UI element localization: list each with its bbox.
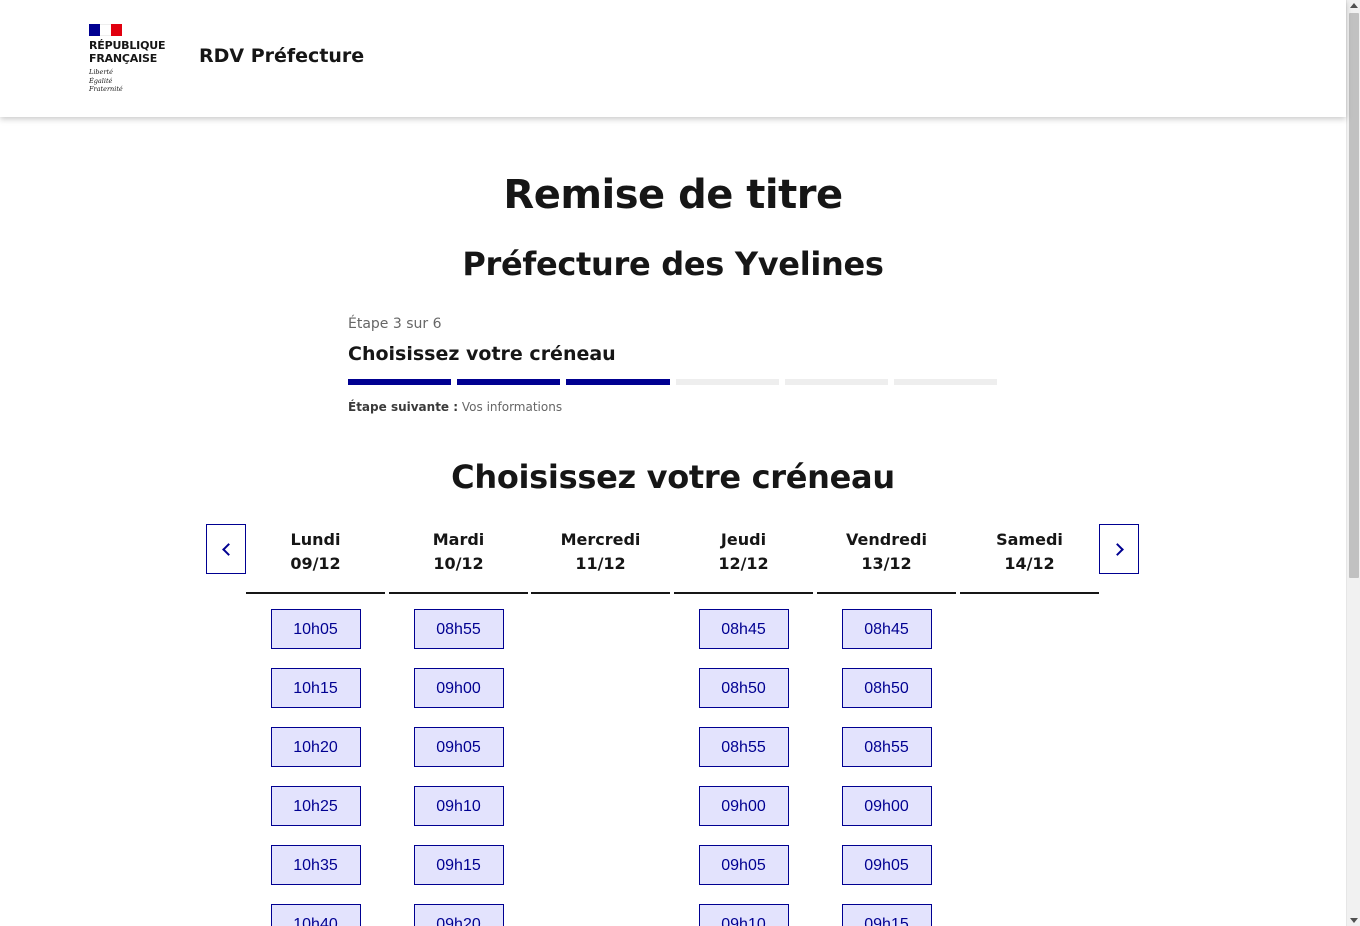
stepper-bar bbox=[348, 379, 452, 385]
time-slot-button[interactable]: 10h15 bbox=[270, 668, 361, 708]
slot-list: 08h55 09h00 09h05 09h10 09h15 09h20 bbox=[389, 594, 528, 926]
time-slot-button[interactable]: 09h00 bbox=[698, 786, 789, 826]
time-slot-button[interactable]: 10h35 bbox=[270, 845, 361, 885]
day-date: 11/12 bbox=[575, 554, 626, 573]
day-name: Vendredi bbox=[846, 530, 927, 549]
page-scrollbar[interactable] bbox=[1346, 0, 1360, 926]
day-header: Samedi 14/12 bbox=[960, 524, 1099, 594]
time-slot-button[interactable]: 08h55 bbox=[698, 727, 789, 767]
chevron-left-icon bbox=[221, 542, 235, 556]
day-column: Mercredi 11/12 bbox=[531, 524, 670, 609]
scroll-up-arrow-icon[interactable] bbox=[1350, 3, 1358, 8]
day-column: Samedi 14/12 bbox=[960, 524, 1099, 609]
day-header: Mercredi 11/12 bbox=[531, 524, 670, 594]
stepper: Étape 3 sur 6 Choisissez votre créneau É… bbox=[348, 316, 998, 414]
day-date: 09/12 bbox=[290, 554, 341, 573]
scrollbar-thumb[interactable] bbox=[1349, 13, 1359, 578]
stepper-bar bbox=[675, 379, 779, 385]
time-slot-button[interactable]: 09h10 bbox=[698, 904, 789, 926]
time-slot-button[interactable]: 08h45 bbox=[698, 609, 789, 649]
next-days-button[interactable] bbox=[1099, 524, 1139, 574]
day-name: Samedi bbox=[996, 530, 1063, 549]
slot-list bbox=[531, 594, 670, 609]
time-slot-button[interactable]: 09h15 bbox=[841, 904, 932, 926]
day-column: Lundi 09/12 10h05 10h15 10h20 10h25 10h35 10h40 bbox=[246, 524, 385, 926]
page-subtitle: Préfecture des Yvelines bbox=[462, 245, 884, 283]
french-flag-icon bbox=[89, 24, 122, 36]
page-title: Remise de titre bbox=[503, 172, 843, 218]
time-slot-button[interactable]: 08h50 bbox=[698, 668, 789, 708]
stepper-progress-bars bbox=[348, 379, 998, 385]
stepper-bar bbox=[893, 379, 998, 385]
time-slot-button[interactable]: 09h05 bbox=[841, 845, 932, 885]
stepper-next-label: Étape suivante : bbox=[348, 400, 459, 414]
day-date: 12/12 bbox=[718, 554, 769, 573]
time-slot-button[interactable]: 09h05 bbox=[698, 845, 789, 885]
day-name: Mardi bbox=[432, 530, 485, 549]
day-header: Vendredi 13/12 bbox=[817, 524, 956, 594]
time-slot-button[interactable]: 09h05 bbox=[413, 727, 504, 767]
stepper-next-value: Vos informations bbox=[461, 400, 563, 414]
day-column: Vendredi 13/12 08h45 08h50 08h55 09h00 09h05 09… bbox=[817, 524, 956, 926]
day-header: Mardi 10/12 bbox=[389, 524, 528, 594]
slot-list: 08h45 08h50 08h55 09h00 09h05 09h10 bbox=[674, 594, 813, 926]
day-header: Jeudi 12/12 bbox=[674, 524, 813, 594]
stepper-bar bbox=[566, 379, 670, 385]
stepper-state: Étape 3 sur 6 bbox=[348, 316, 442, 332]
day-name: Mercredi bbox=[560, 530, 641, 549]
day-header: Lundi 09/12 bbox=[246, 524, 385, 594]
site-header: RÉPUBLIQUE FRANÇAISE Liberté Égalité Fra… bbox=[0, 0, 1346, 117]
day-column: Jeudi 12/12 08h45 08h50 08h55 09h00 09h05 09h10 bbox=[674, 524, 813, 926]
scroll-down-arrow-icon[interactable] bbox=[1350, 918, 1358, 923]
slot-list: 08h45 08h50 08h55 09h00 09h05 09h15 bbox=[817, 594, 956, 926]
time-slot-button[interactable]: 10h20 bbox=[270, 727, 361, 767]
time-slot-button[interactable]: 09h00 bbox=[413, 668, 504, 708]
chevron-right-icon bbox=[1110, 542, 1124, 556]
stepper-next-step: Étape suivante : Vos informations bbox=[348, 400, 998, 414]
republique-francaise-label: RÉPUBLIQUE FRANÇAISE bbox=[89, 39, 166, 65]
time-slot-button[interactable]: 08h50 bbox=[841, 668, 932, 708]
day-name: Lundi bbox=[290, 530, 341, 549]
previous-days-button[interactable] bbox=[206, 524, 246, 574]
time-slot-button[interactable]: 08h45 bbox=[841, 609, 932, 649]
day-column: Mardi 10/12 08h55 09h00 09h05 09h10 09h15 09h20 bbox=[389, 524, 528, 926]
stepper-bar bbox=[457, 379, 561, 385]
day-date: 14/12 bbox=[1004, 554, 1055, 573]
day-date: 13/12 bbox=[861, 554, 912, 573]
time-slot-button[interactable]: 08h55 bbox=[413, 609, 504, 649]
time-slot-button[interactable]: 10h25 bbox=[270, 786, 361, 826]
stepper-bar bbox=[784, 379, 888, 385]
calendar-heading: Choisissez votre créneau bbox=[451, 458, 895, 496]
time-slot-button[interactable]: 10h05 bbox=[270, 609, 361, 649]
time-slot-button[interactable]: 10h40 bbox=[270, 904, 361, 926]
slot-list bbox=[960, 594, 1099, 609]
time-slot-button[interactable]: 09h15 bbox=[413, 845, 504, 885]
day-date: 10/12 bbox=[433, 554, 484, 573]
republique-francaise-logo[interactable]: RÉPUBLIQUE FRANÇAISE Liberté Égalité Fra… bbox=[89, 24, 169, 96]
time-slot-button[interactable]: 09h10 bbox=[413, 786, 504, 826]
stepper-title: Choisissez votre créneau bbox=[348, 343, 616, 365]
slot-list: 10h05 10h15 10h20 10h25 10h35 10h40 bbox=[246, 594, 385, 926]
time-slot-button[interactable]: 08h55 bbox=[841, 727, 932, 767]
day-name: Jeudi bbox=[720, 530, 767, 549]
service-name-link[interactable]: RDV Préfecture bbox=[199, 45, 364, 67]
motto-label: Liberté Égalité Fraternité bbox=[89, 68, 123, 93]
time-slot-button[interactable]: 09h20 bbox=[413, 904, 504, 926]
time-slot-button[interactable]: 09h00 bbox=[841, 786, 932, 826]
